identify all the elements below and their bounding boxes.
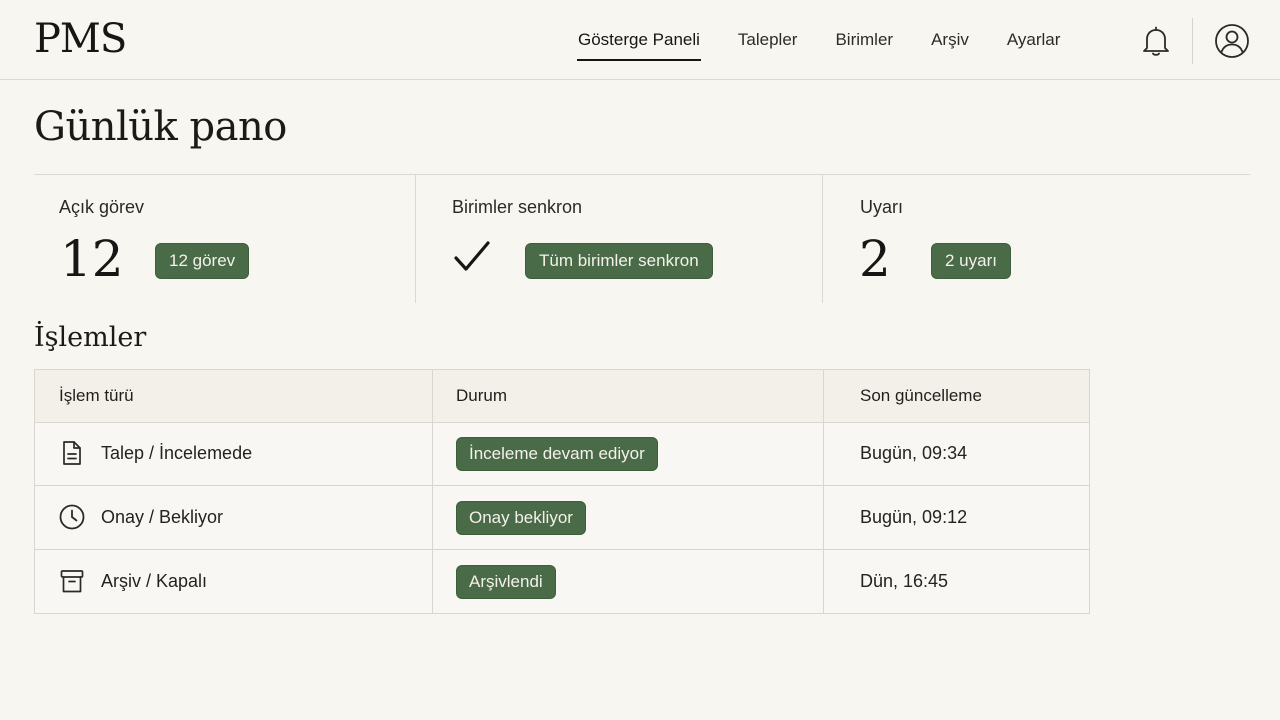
section-title: İşlemler — [34, 322, 147, 353]
nav-item-units[interactable]: Birimler — [835, 0, 893, 80]
last-updated: Bugün, 09:12 — [860, 507, 968, 527]
archive-box-icon — [60, 570, 84, 593]
app-logo[interactable]: PMS — [34, 16, 127, 62]
last-updated: Dün, 16:45 — [860, 571, 949, 591]
operation-type: Arşiv / Kapalı — [101, 571, 208, 591]
nav-item-requests[interactable]: Talepler — [738, 0, 798, 80]
column-divider — [432, 370, 433, 613]
nav-item-dashboard[interactable]: Gösterge Paneli — [577, 0, 701, 80]
column-header-updated[interactable]: Son güncelleme — [860, 370, 982, 422]
stat-value: 12 — [60, 230, 124, 288]
status-badge: Tüm birimler senkron — [525, 243, 713, 279]
status-badge: Onay bekliyor — [456, 501, 586, 535]
clock-icon — [59, 504, 85, 530]
operation-type: Talep / İncelemede — [101, 443, 253, 463]
bell-icon[interactable] — [1141, 25, 1171, 57]
stat-alerts: Uyarı 2 2 uyarı — [823, 175, 1250, 303]
status-badge: Arşivlendi — [456, 565, 556, 599]
stat-label: Açık görev — [59, 197, 145, 217]
stats-panel: Açık görev 12 12 görev Birimler senkron … — [34, 174, 1250, 303]
checkmark-icon — [454, 241, 490, 271]
column-divider — [823, 370, 824, 613]
operations-table: İşlem türü Durum Son güncelleme Talep / … — [34, 369, 1090, 614]
header-divider — [1192, 18, 1193, 64]
stat-sync: Birimler senkron Tüm birimler senkron — [416, 175, 822, 303]
table-row[interactable]: Onay / Bekliyor Onay bekliyor Bugün, 09:… — [35, 486, 1089, 550]
stat-label: Uyarı — [860, 197, 904, 217]
user-circle-icon[interactable] — [1214, 23, 1250, 59]
status-badge: İnceleme devam ediyor — [456, 437, 658, 471]
column-header-type[interactable]: İşlem türü — [59, 370, 134, 422]
main-nav: Gösterge Paneli Talepler Birimler Arşiv … — [577, 0, 1061, 80]
nav-item-settings[interactable]: Ayarlar — [1007, 0, 1061, 80]
stat-label: Birimler senkron — [452, 197, 583, 217]
table-row[interactable]: Arşiv / Kapalı Arşivlendi Dün, 16:45 — [35, 550, 1089, 614]
stat-open-tasks: Açık görev 12 12 görev — [34, 175, 415, 303]
table-row[interactable]: Talep / İncelemede İnceleme devam ediyor… — [35, 422, 1089, 486]
column-header-status[interactable]: Durum — [456, 370, 507, 422]
top-bar: PMS Gösterge Paneli Talepler Birimler Ar… — [0, 0, 1280, 80]
status-badge: 2 uyarı — [931, 243, 1011, 279]
table-header: İşlem türü Durum Son güncelleme — [35, 370, 1089, 423]
stat-value: 2 — [859, 230, 891, 288]
document-icon — [63, 441, 81, 465]
nav-item-archive[interactable]: Arşiv — [931, 0, 969, 80]
status-badge: 12 görev — [155, 243, 250, 279]
page-title: Günlük pano — [34, 104, 287, 150]
operation-type: Onay / Bekliyor — [101, 507, 224, 527]
last-updated: Bugün, 09:34 — [860, 443, 968, 463]
